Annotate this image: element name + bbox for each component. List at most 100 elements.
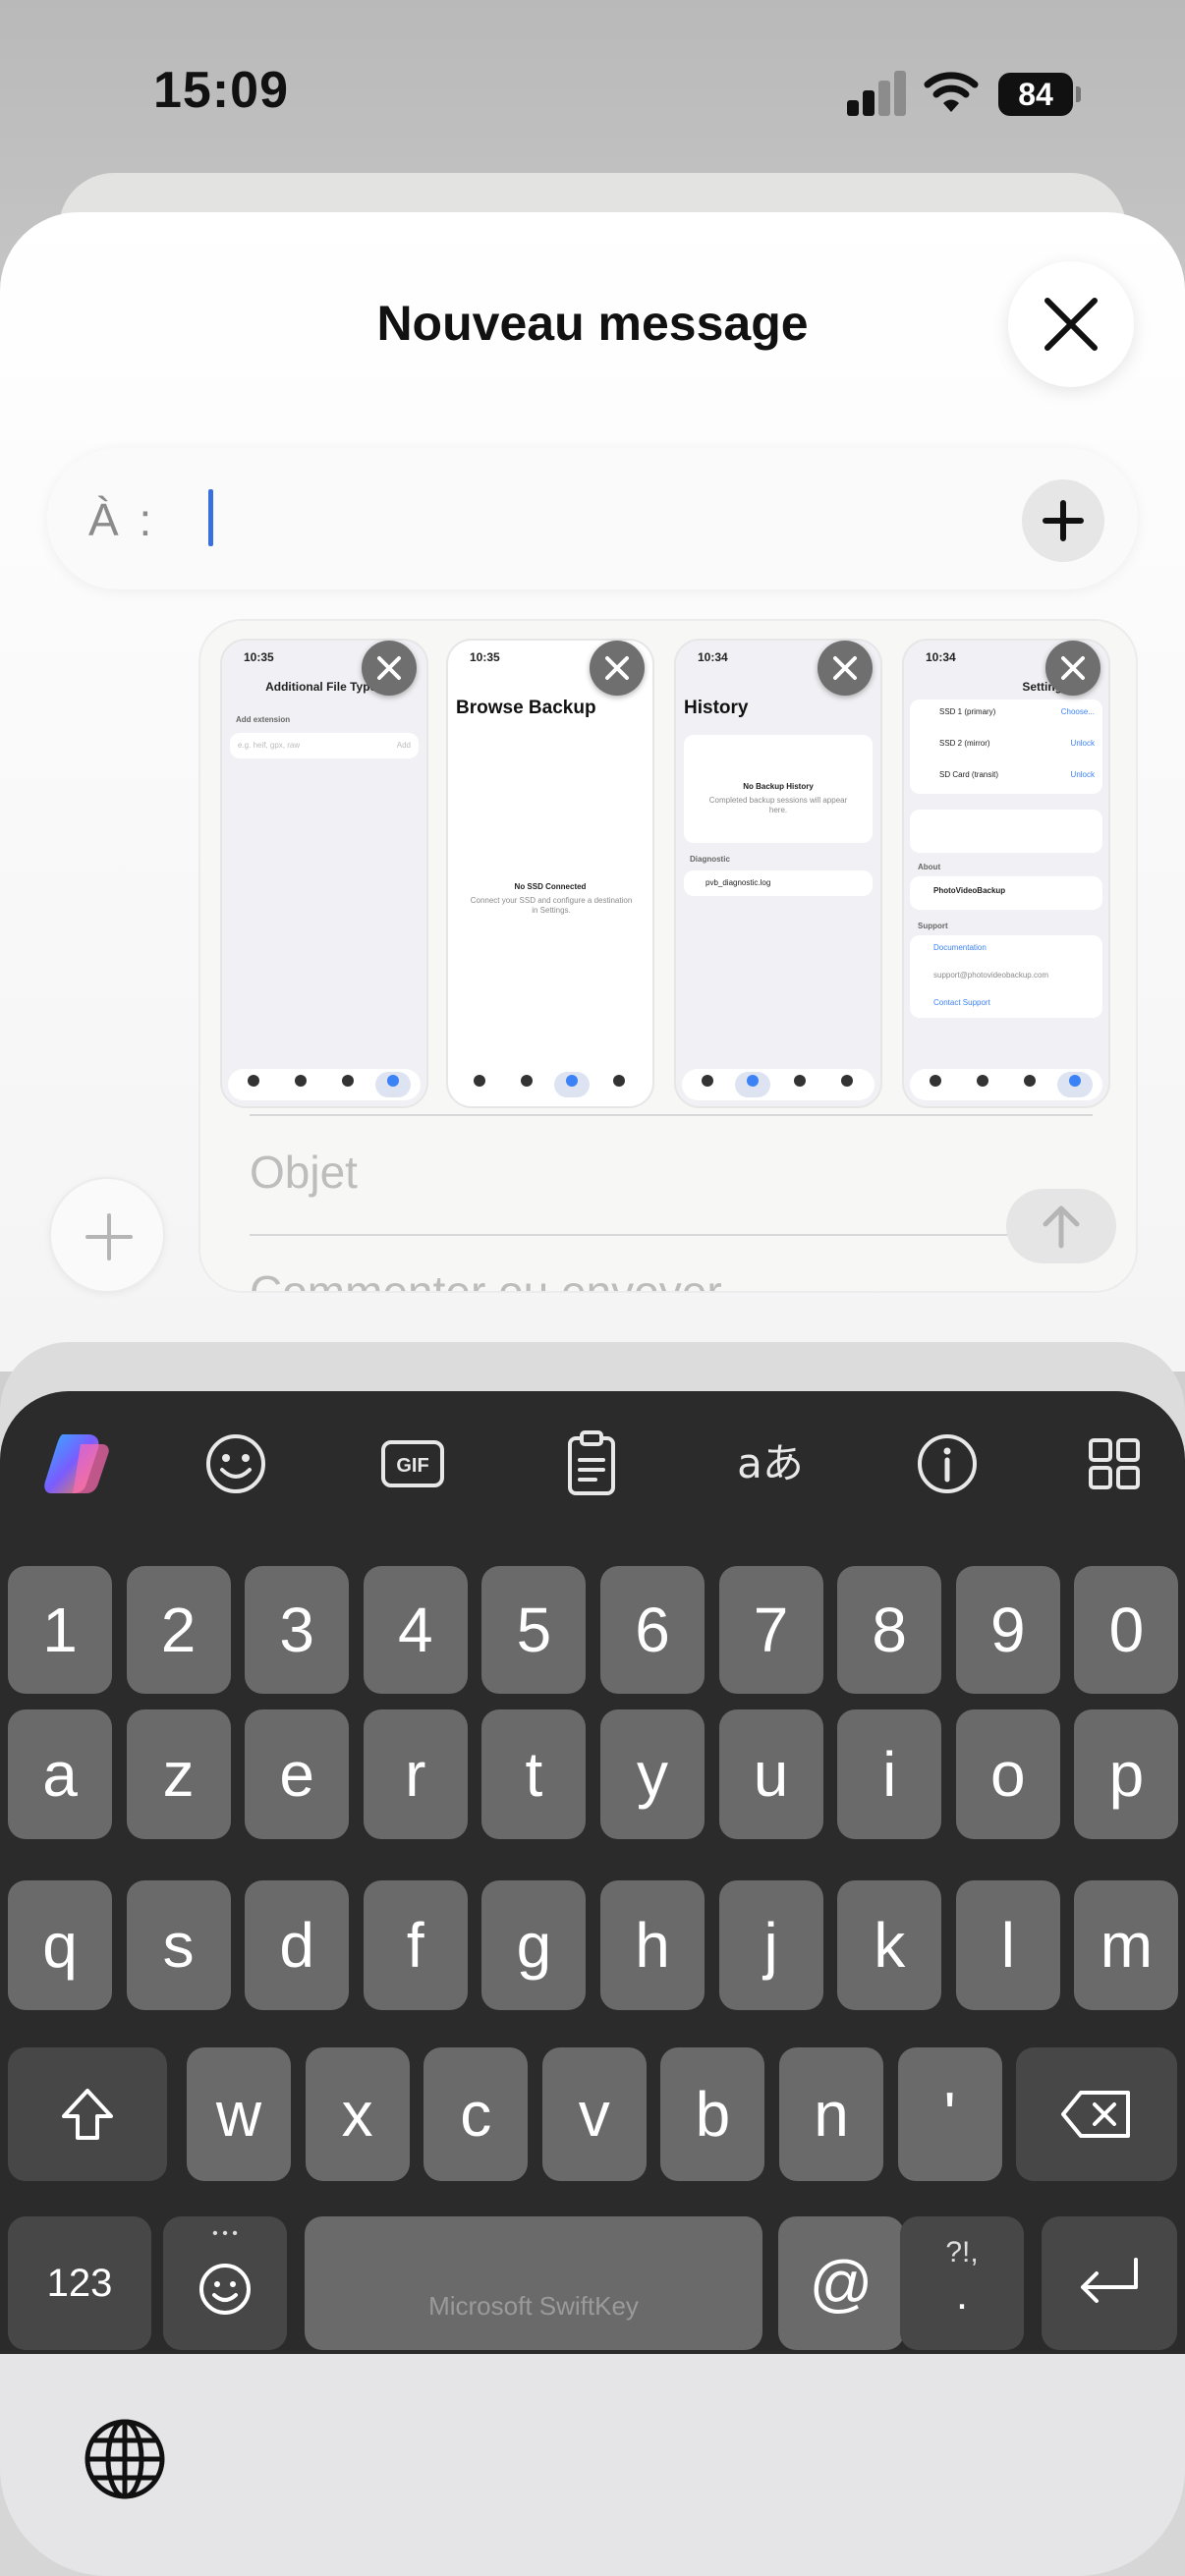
attachment-thumbnail[interactable]: 10:34 History No Backup History Complete…: [674, 639, 882, 1108]
letter-key[interactable]: v: [541, 2047, 647, 2181]
letter-key[interactable]: l: [955, 1880, 1060, 2010]
gif-icon: GIF: [381, 1440, 444, 1487]
letter-key[interactable]: r: [363, 1709, 468, 1839]
apps-grid-button[interactable]: [1073, 1423, 1156, 1505]
thumbnail-item: SD Card (transit): [939, 770, 999, 779]
letter-key[interactable]: c: [423, 2047, 529, 2181]
thumbnail-section: Add extension: [236, 715, 291, 724]
letter-key[interactable]: p: [1074, 1709, 1179, 1839]
letter-key[interactable]: q: [8, 1880, 112, 2010]
letter-key[interactable]: d: [245, 1880, 350, 2010]
letter-key[interactable]: y: [600, 1709, 705, 1839]
return-key[interactable]: [1042, 2216, 1177, 2350]
letter-key[interactable]: k: [837, 1880, 942, 2010]
globe-icon: [85, 2419, 165, 2499]
add-recipient-button[interactable]: [1022, 479, 1104, 562]
letter-key[interactable]: a: [8, 1709, 112, 1839]
thumbnail-empty-box: No Backup History Completed backup sessi…: [684, 735, 873, 843]
letter-key[interactable]: e: [245, 1709, 350, 1839]
letter-key[interactable]: n: [779, 2047, 883, 2181]
gif-label: GIF: [396, 1455, 428, 1477]
wifi-icon: [924, 72, 979, 112]
clipboard-icon: [568, 1430, 615, 1495]
letter-key[interactable]: i: [837, 1709, 942, 1839]
thumbnail-empty-text: Connect your SSD and configure a destina…: [470, 896, 633, 915]
emoji-key-dots: • • •: [212, 2225, 238, 2242]
number-key[interactable]: 1: [8, 1566, 112, 1694]
thumbnail-file-name: pvb_diagnostic.log: [705, 878, 771, 887]
letter-key[interactable]: m: [1074, 1880, 1179, 2010]
return-icon: [1081, 2258, 1138, 2303]
subject-field[interactable]: Objet: [250, 1146, 358, 1199]
backspace-key[interactable]: [1016, 2047, 1177, 2181]
letter-key[interactable]: u: [718, 1709, 823, 1839]
remove-attachment-button[interactable]: [1045, 641, 1100, 696]
letter-key[interactable]: ': [897, 2047, 1002, 2181]
remove-attachment-button[interactable]: [362, 641, 417, 696]
letter-key[interactable]: o: [955, 1709, 1060, 1839]
translate-button[interactable]: aあ: [729, 1423, 812, 1505]
space-key[interactable]: Microsoft SwiftKey: [305, 2216, 762, 2350]
emoji-key[interactable]: • • •: [163, 2216, 287, 2350]
letter-key[interactable]: z: [126, 1709, 231, 1839]
number-key[interactable]: 7: [718, 1566, 823, 1694]
letter-key[interactable]: t: [481, 1709, 587, 1839]
shift-key[interactable]: [8, 2047, 167, 2181]
letter-key[interactable]: h: [600, 1880, 705, 2010]
number-key[interactable]: 4: [363, 1566, 468, 1694]
letter-key[interactable]: w: [187, 2047, 291, 2181]
to-field[interactable]: À :: [47, 448, 1138, 589]
keyboard: [0, 1391, 1185, 2354]
comment-field[interactable]: Commenter ou envoyer: [250, 1265, 722, 1291]
add-attachment-button[interactable]: [49, 1177, 165, 1293]
letter-key[interactable]: g: [481, 1880, 587, 2010]
number-key[interactable]: 8: [837, 1566, 942, 1694]
close-button[interactable]: [1008, 261, 1134, 387]
letter-key[interactable]: x: [305, 2047, 410, 2181]
translate-label: aあ: [737, 1439, 804, 1487]
punctuation-key-dot: .: [955, 2270, 969, 2319]
emoji-button[interactable]: [195, 1423, 277, 1505]
thumbnail-section: Diagnostic: [690, 855, 730, 864]
number-key[interactable]: 9: [955, 1566, 1060, 1694]
shift-icon: [62, 2089, 113, 2140]
number-key[interactable]: 0: [1074, 1566, 1179, 1694]
attachment-thumbnail[interactable]: 10:34 Settings SSD 1 (primary) Choose...…: [902, 639, 1110, 1108]
remove-attachment-button[interactable]: [818, 641, 873, 696]
thumbnail-tab-bar: [682, 1069, 875, 1100]
letter-key[interactable]: s: [126, 1880, 231, 2010]
cellular-signal-icon: [847, 71, 908, 116]
thumbnail-section: About: [918, 863, 941, 871]
attachment-thumbnail[interactable]: 10:35 Additional File Types Add extensio…: [220, 639, 428, 1108]
switch-keyboard-button[interactable]: [83, 2417, 167, 2501]
thumbnail-input-box: e.g. heif, gpx, raw Add: [230, 733, 419, 758]
letter-key[interactable]: j: [718, 1880, 823, 2010]
info-button[interactable]: [906, 1423, 988, 1505]
emoji-icon: [199, 2264, 251, 2315]
divider: [250, 1114, 1093, 1116]
letter-key[interactable]: f: [363, 1880, 468, 2010]
thumbnail-app-name: PhotoVideoBackup: [933, 886, 1006, 895]
divider: [250, 1234, 1093, 1236]
punctuation-key[interactable]: ?!, .: [900, 2216, 1024, 2350]
send-button[interactable]: [1006, 1189, 1116, 1263]
thumbnail-file-row: pvb_diagnostic.log: [684, 870, 873, 896]
number-key[interactable]: 2: [126, 1566, 231, 1694]
space-key-label: Microsoft SwiftKey: [428, 2291, 639, 2321]
copilot-button[interactable]: [33, 1423, 116, 1505]
at-key[interactable]: @: [778, 2216, 904, 2350]
number-key[interactable]: 5: [481, 1566, 587, 1694]
close-icon: [605, 656, 629, 680]
numbers-mode-key[interactable]: 123: [8, 2216, 151, 2350]
remove-attachment-button[interactable]: [590, 641, 645, 696]
number-key[interactable]: 3: [245, 1566, 350, 1694]
clipboard-button[interactable]: [550, 1423, 633, 1505]
attachment-thumbnail[interactable]: 10:35 Browse Backup No SSD Connected Con…: [446, 639, 654, 1108]
arrow-up-icon: [1043, 1205, 1080, 1249]
number-key[interactable]: 6: [600, 1566, 705, 1694]
recipient-input[interactable]: [165, 479, 951, 558]
plus-icon: [85, 1213, 133, 1260]
letter-key[interactable]: b: [660, 2047, 765, 2181]
gif-button[interactable]: GIF: [371, 1423, 454, 1505]
thumbnail-section: Support: [918, 922, 948, 930]
